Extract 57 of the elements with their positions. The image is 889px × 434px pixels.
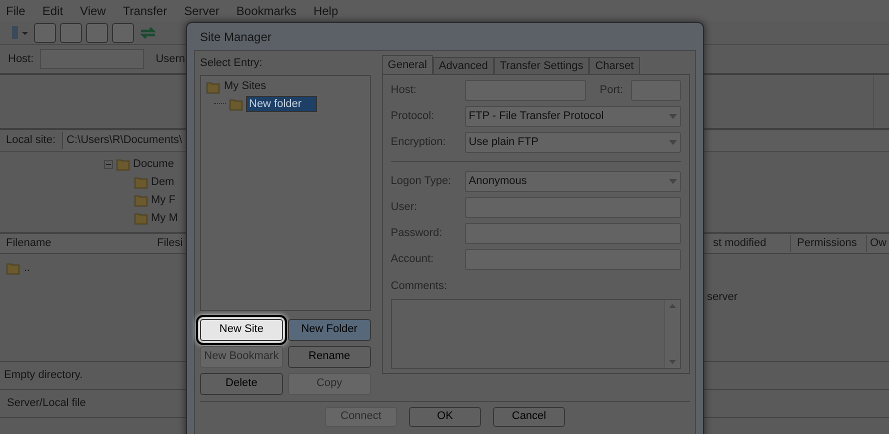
select-entry-label: Select Entry: <box>200 56 264 71</box>
tree-item[interactable]: My Sites <box>224 78 266 95</box>
remote-status-text: server <box>707 290 739 305</box>
dialog-button[interactable]: Rename <box>288 346 371 368</box>
folder-icon <box>134 211 148 225</box>
window-title: Site Manager <box>200 28 272 46</box>
column-header[interactable]: Filesi <box>157 235 183 252</box>
menu-item[interactable]: File <box>6 2 26 20</box>
toolbar-button[interactable] <box>86 22 108 42</box>
dialog-button[interactable]: Delete <box>200 372 283 394</box>
tab[interactable]: General <box>382 55 433 74</box>
folder-icon <box>116 157 130 171</box>
username-label: Usern <box>156 52 186 67</box>
tab[interactable]: Charset <box>589 57 640 74</box>
sites-icon <box>206 80 220 94</box>
menu-item[interactable]: Server <box>184 2 220 20</box>
status-text: Empty directory. <box>4 368 83 384</box>
file-name[interactable]: .. <box>24 260 30 276</box>
caret-icon <box>669 114 677 118</box>
column-header[interactable]: Permissions <box>791 235 867 252</box>
toolbar-button[interactable] <box>112 22 134 42</box>
dropdown-field[interactable]: Anonymous <box>464 170 681 192</box>
folder-icon <box>6 261 20 275</box>
dropdown-value: Anonymous <box>468 174 527 189</box>
tab[interactable]: Transfer Settings <box>494 57 590 74</box>
dropdown-value: FTP - File Transfer Protocol <box>468 108 604 124</box>
column-header[interactable]: st modified <box>707 235 791 252</box>
folder-icon <box>134 193 148 207</box>
dialog-button[interactable]: New Folder <box>288 318 371 340</box>
dialog-button[interactable]: OK <box>409 406 481 426</box>
folder-icon <box>134 175 148 189</box>
menu-item[interactable]: Bookmarks <box>236 2 296 20</box>
column-header[interactable]: Server/Local file <box>7 395 86 412</box>
dropdown-value: Use plain FTP <box>468 134 538 150</box>
dialog-button[interactable]: Cancel <box>493 406 565 426</box>
toolbar-button[interactable] <box>34 22 56 42</box>
collapse-toggle[interactable] <box>104 160 113 168</box>
column-header[interactable]: Filename <box>0 235 120 252</box>
caret-icon <box>669 140 677 144</box>
menu-item[interactable]: View <box>80 2 106 20</box>
comments-field[interactable] <box>390 298 681 368</box>
menu-item[interactable]: Transfer <box>122 2 168 20</box>
dropdown-field[interactable]: Use plain FTP <box>464 132 681 152</box>
host-label: Host: <box>8 52 34 67</box>
dropdown-field[interactable]: FTP - File Transfer Protocol <box>464 106 681 126</box>
rename-field[interactable]: New folder <box>246 96 317 112</box>
tree-item[interactable]: My F <box>151 192 176 208</box>
tree-item[interactable]: My M <box>151 210 178 226</box>
menu-item[interactable]: Edit <box>42 2 64 20</box>
folder-icon <box>229 96 243 110</box>
menu-item[interactable]: Help <box>313 2 338 20</box>
toolbar-button[interactable] <box>60 22 82 42</box>
column-header[interactable]: Ow <box>867 235 889 252</box>
tab[interactable]: Advanced <box>432 57 494 74</box>
caret-icon <box>669 178 677 184</box>
tree-item[interactable]: Dem <box>151 174 174 190</box>
tree-item[interactable]: Docume <box>133 156 174 172</box>
